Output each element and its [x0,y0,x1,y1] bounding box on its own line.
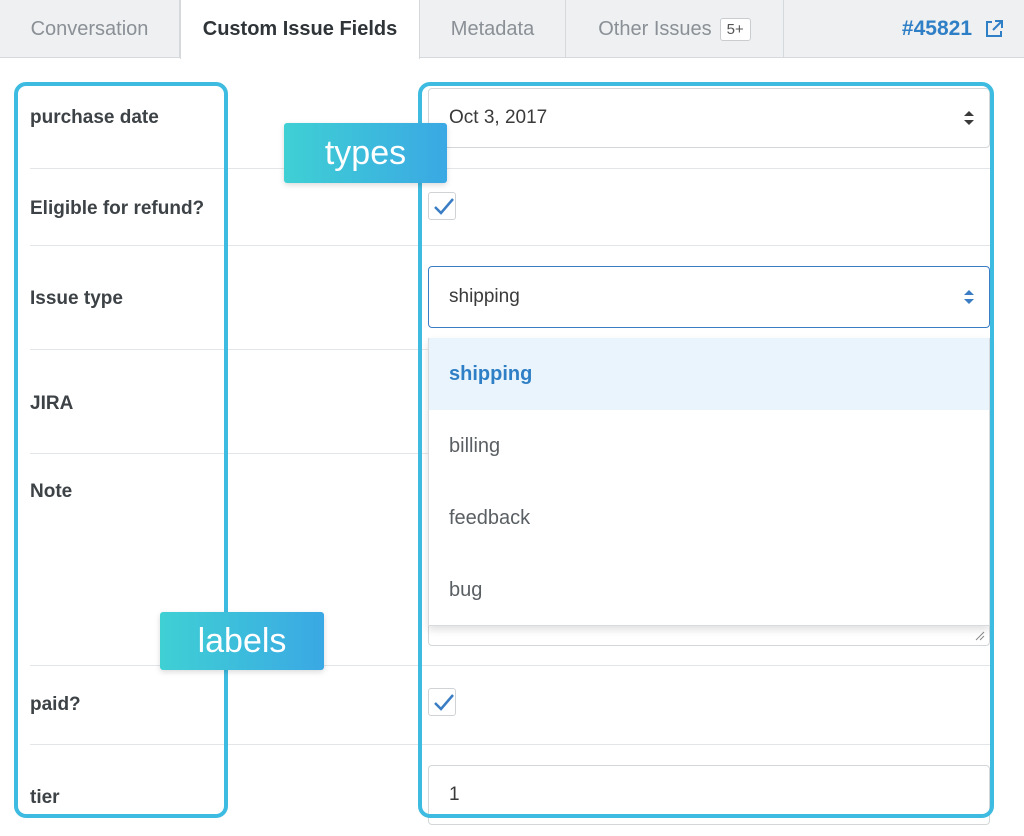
external-link-icon[interactable] [984,19,1004,39]
tab-conversation-label: Conversation [30,17,149,40]
issue-id-link[interactable]: #45821 [902,0,972,58]
tab-other-issues[interactable]: Other Issues 5+ [566,0,784,58]
tab-bar: Conversation Custom Issue Fields Metadat… [0,0,1024,59]
tab-custom-issue-fields[interactable]: Custom Issue Fields [180,0,420,59]
types-outline [418,82,994,818]
tab-metadata-label: Metadata [450,17,535,40]
tab-custom-fields-label: Custom Issue Fields [202,18,398,40]
tab-metadata[interactable]: Metadata [420,0,566,58]
tab-other-issues-label: Other Issues [598,17,712,40]
other-issues-count-badge: 5+ [719,17,751,41]
labels-outline [14,82,228,818]
types-annotation: types [284,123,447,183]
labels-annotation: labels [160,612,324,670]
tab-conversation[interactable]: Conversation [0,0,180,58]
